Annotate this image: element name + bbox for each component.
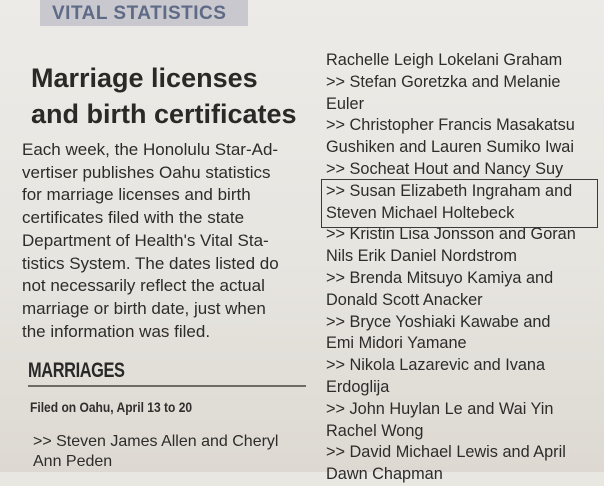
list-item: >> Brenda Mitsuyo Kamiya and [326, 268, 554, 287]
intro-paragraph: Each week, the Honolulu Star-Ad- vertise… [22, 139, 312, 343]
intro-line: tistics System. The dates listed do [22, 253, 279, 273]
list-item: Emi Midori Yamane [326, 334, 467, 353]
headline-line: and birth certificates [31, 99, 297, 129]
list-item: >> Bryce Yoshiaki Kawabe and [326, 312, 551, 331]
list-item: >> Stefan Goretzka and Melanie [326, 72, 561, 91]
list-item: Donald Scott Anacker [326, 290, 483, 309]
list-item: Dawn Chapman [326, 465, 443, 484]
section-divider [28, 385, 306, 387]
intro-line: marriage or birth date, just when [22, 298, 266, 318]
list-item: Euler [326, 94, 365, 113]
list-item: >> Steven James Allen and Cheryl [33, 433, 279, 450]
list-item: >> Nikola Lazarevic and Ivana [326, 356, 546, 375]
intro-line: certificates filed with the state [22, 208, 245, 228]
list-item: Erdoglija [326, 377, 390, 396]
article-headline: Marriage licenses and birth certificates [31, 60, 311, 132]
marriage-list-left: >> Steven James Allen and Cheryl Ann Ped… [33, 432, 313, 472]
left-column: Marriage licenses and birth certificates… [0, 0, 315, 472]
marriage-list-right: Rachelle Leigh Lokelani Graham >> Stefan… [326, 50, 601, 486]
intro-line: Department of Health's Vital Sta- [22, 230, 269, 250]
list-item: >> David Michael Lewis and April [326, 443, 566, 462]
list-item: Rachel Wong [326, 421, 424, 440]
intro-line: the information was filed. [22, 321, 211, 341]
intro-line: Each week, the Honolulu Star-Ad- [22, 140, 279, 159]
list-item: Ann Peden [33, 453, 113, 470]
intro-line: not necessarily reflect the actual [22, 276, 265, 296]
highlight-box [321, 179, 598, 228]
newspaper-clipping: VITAL STATISTICS Marriage licenses and b… [0, 0, 604, 483]
list-item: >> Christopher Francis Masakatsu [326, 116, 575, 135]
intro-line: for marriage licenses and birth [22, 185, 251, 205]
filed-dateline: Filed on Oahu, April 13 to 20 [30, 399, 193, 415]
intro-line: vertiser publishes Oahu statistics [22, 162, 271, 182]
list-item: Rachelle Leigh Lokelani Graham [326, 51, 563, 69]
marriages-heading: MARRIAGES [28, 359, 125, 382]
headline-line: Marriage licenses [31, 63, 258, 93]
list-item: >> Socheat Hout and Nancy Suy [326, 159, 564, 178]
list-item: Gushiken and Lauren Sumiko Iwai [326, 138, 574, 157]
list-item: Nils Erik Daniel Nordstrom [326, 247, 517, 266]
list-item: >> John Huylan Le and Wai Yin [326, 399, 554, 418]
